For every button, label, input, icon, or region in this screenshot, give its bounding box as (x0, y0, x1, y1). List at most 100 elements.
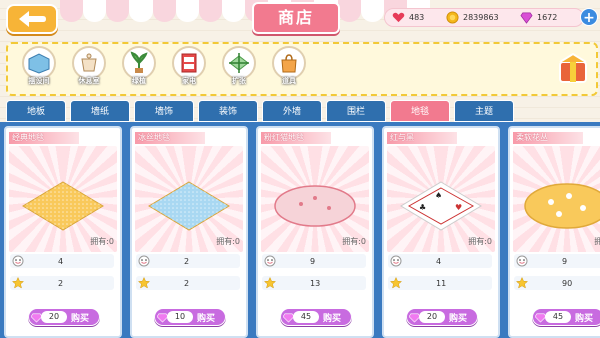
item-name: 经典地毯 (9, 132, 79, 144)
top-bar: 商店 483 2839863 1672 + (0, 0, 600, 40)
buy-label: 购买 (575, 314, 594, 324)
star-icon (12, 277, 24, 289)
tab-wall-decor[interactable]: 墙饰 (134, 100, 194, 122)
add-currency-button[interactable]: + (580, 8, 598, 26)
price-value: 20 (41, 311, 67, 323)
buy-label: 购买 (197, 314, 216, 324)
carpet-image (524, 183, 600, 229)
charm-value: 4 (436, 256, 442, 266)
charm-row: 4 (388, 254, 492, 268)
tab-fence[interactable]: 围栏 (326, 100, 386, 122)
owned-count: 拥有:0 (90, 237, 114, 246)
tab-wallpaper[interactable]: 墙纸 (70, 100, 130, 122)
star-row: 90 (514, 276, 600, 290)
owned-count: 拥有:0 (468, 237, 492, 246)
plant-icon (130, 51, 148, 73)
smiley-icon (138, 255, 150, 267)
buy-button[interactable]: 45 购买 (280, 308, 352, 326)
coin-icon (446, 11, 459, 24)
star-icon (390, 277, 402, 289)
hearts-counter: 483 (392, 8, 424, 27)
price-value: 20 (419, 311, 445, 323)
star-row: 2 (136, 276, 240, 290)
back-button[interactable] (6, 4, 58, 34)
star-icon (264, 277, 276, 289)
tab-carpet[interactable]: 地毯 (390, 100, 450, 122)
cup-icon (81, 53, 97, 72)
item-card[interactable]: 柔软花丛 拥有:0 9 90 45 购买 (508, 126, 600, 338)
star-value: 2 (58, 278, 64, 288)
item-name: 冰丝地毯 (135, 132, 205, 144)
tab-bar: 地板 墙纸 墙饰 装饰 外墙 围栏 地毯 主题 (6, 100, 600, 122)
owned-count: 拥有:0 (342, 237, 366, 246)
item-preview (513, 146, 600, 252)
item-card[interactable]: 经典地毯 拥有:0 4 2 20 购买 (4, 126, 122, 338)
charm-value: 2 (184, 256, 190, 266)
charm-value: 4 (58, 256, 64, 266)
charm-value: 9 (562, 256, 568, 266)
cabinet-icon (181, 53, 197, 73)
buy-label: 购买 (71, 314, 90, 324)
tab-decoration[interactable]: 装饰 (198, 100, 258, 122)
bag-icon (281, 54, 297, 73)
star-value: 13 (310, 278, 321, 288)
smiley-icon (264, 255, 276, 267)
category-appliances[interactable]: 家电 (166, 46, 212, 92)
buy-button[interactable]: 10 购买 (154, 308, 226, 326)
price-value: 45 (293, 311, 319, 323)
star-value: 2 (184, 278, 190, 288)
item-card[interactable]: 冰丝地毯 拥有:0 2 2 10 购买 (130, 126, 248, 338)
star-value: 11 (436, 278, 447, 288)
category-expand[interactable]: 扩张 (216, 46, 262, 92)
tab-floor[interactable]: 地板 (6, 100, 66, 122)
star-row: 11 (388, 276, 492, 290)
awning-decoration (60, 0, 430, 22)
gems-counter: 1672 (520, 8, 557, 27)
item-card[interactable]: 粉红猫地毯 拥有:0 9 13 45 购买 (256, 126, 374, 338)
buy-label: 购买 (449, 314, 468, 324)
star-icon (138, 277, 150, 289)
expand-icon (229, 53, 249, 73)
room-icon (28, 53, 50, 74)
item-name: 红与黑 (387, 132, 457, 144)
charm-row: 2 (136, 254, 240, 268)
gift-box-icon[interactable] (554, 48, 592, 86)
page-title: 商店 (252, 2, 340, 34)
buy-label: 购买 (323, 314, 342, 324)
category-room[interactable]: 摆设间 (16, 46, 62, 92)
owned-count: 拥有:0 (594, 236, 600, 247)
price-value: 45 (545, 311, 571, 323)
charm-row: 4 (10, 254, 114, 268)
item-name: 柔软花丛 (513, 132, 583, 144)
svg-text:♥: ♥ (455, 203, 462, 212)
charm-row: 9 (514, 254, 600, 268)
tab-exterior-wall[interactable]: 外墙 (262, 100, 322, 122)
svg-text:♣: ♣ (419, 203, 426, 212)
coins-counter: 2839863 (446, 8, 499, 27)
category-props[interactable]: 道具 (266, 46, 312, 92)
back-arrow-icon (19, 11, 46, 27)
tab-theme[interactable]: 主题 (454, 100, 514, 122)
charm-row: 9 (262, 254, 366, 268)
category-plants[interactable]: 绿植 (116, 46, 162, 92)
star-row: 2 (10, 276, 114, 290)
price-value: 10 (167, 311, 193, 323)
buy-button[interactable]: 45 购买 (532, 308, 600, 326)
svg-text:♠: ♠ (435, 191, 442, 200)
gem-icon (520, 12, 533, 24)
smiley-icon (390, 255, 402, 267)
buy-button[interactable]: 20 购买 (28, 308, 100, 326)
item-name: 粉红猫地毯 (261, 132, 331, 144)
category-bar: 摆设间 休息室 绿植 家电 扩张 道具 (6, 42, 598, 96)
star-row: 13 (262, 276, 366, 290)
category-lounge[interactable]: 休息室 (66, 46, 112, 92)
item-card[interactable]: 红与黑 ♠ ♥ ♣ 拥有:0 4 11 20 购买 (382, 126, 500, 338)
charm-value: 9 (310, 256, 316, 266)
owned-count: 拥有:0 (216, 237, 240, 246)
smiley-icon (516, 255, 528, 267)
smiley-icon (12, 255, 24, 267)
star-value: 90 (562, 278, 573, 288)
heart-icon (392, 12, 405, 23)
buy-button[interactable]: 20 购买 (406, 308, 478, 326)
star-icon (516, 277, 528, 289)
